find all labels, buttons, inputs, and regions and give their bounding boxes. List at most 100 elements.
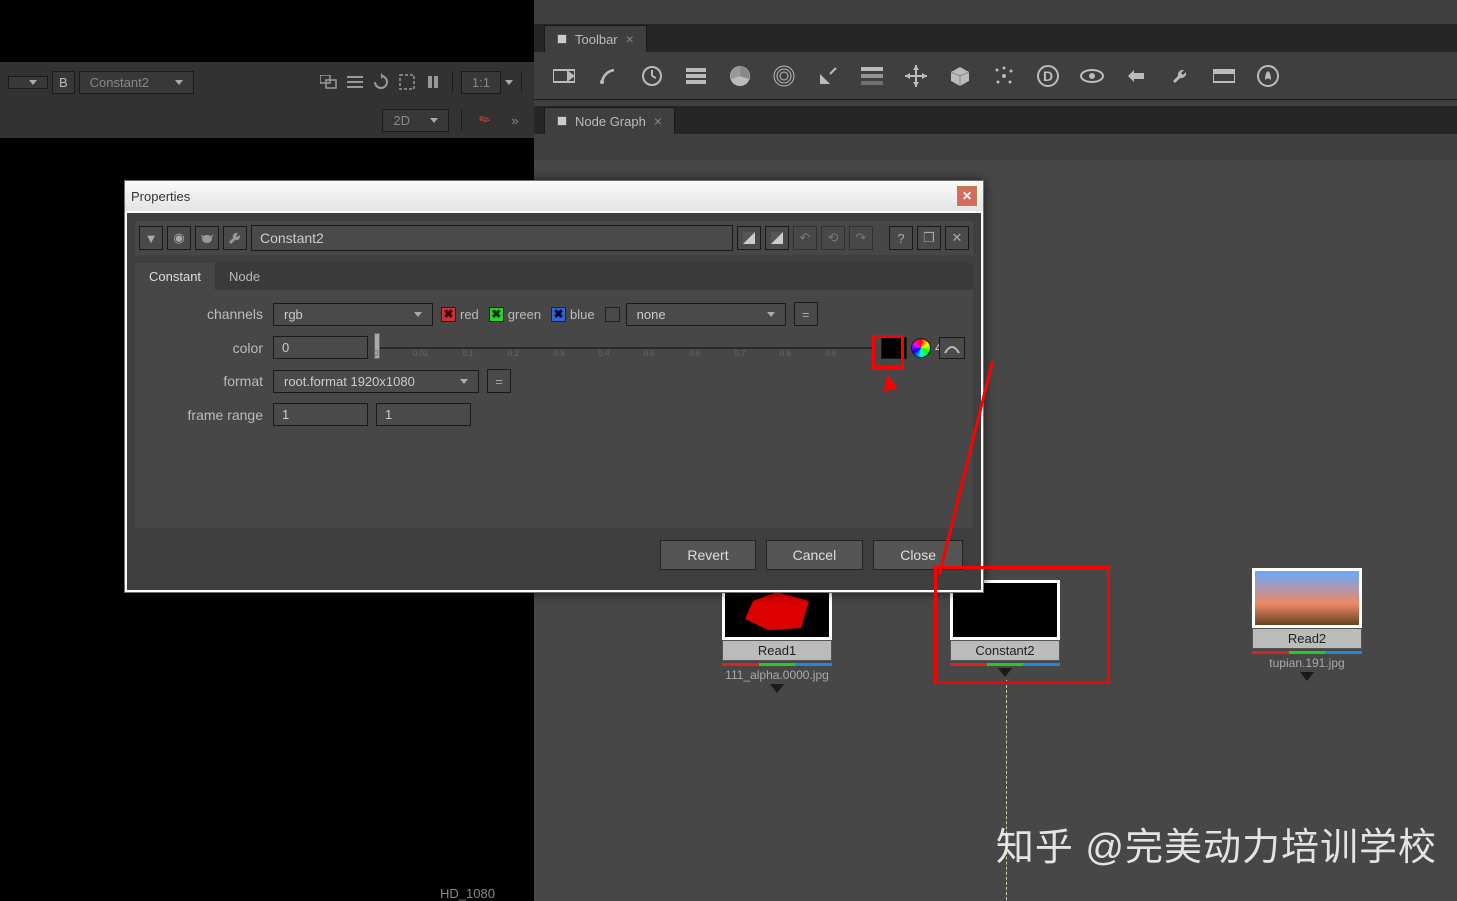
properties-dialog: Properties ✕ ▼ ◉ Constant2 ↶ ⟲ ↷ ? ❐ ✕ C… <box>124 180 984 593</box>
viewer-list-icon[interactable] <box>344 71 366 93</box>
tab-toolbar[interactable]: Toolbar × <box>544 25 647 52</box>
merge-icon[interactable] <box>860 64 884 88</box>
float-icon[interactable]: ❐ <box>917 226 941 250</box>
help-icon[interactable]: ? <box>889 226 913 250</box>
node-filename: tupian.191.jpg <box>1252 656 1362 670</box>
square2-icon[interactable] <box>765 226 789 250</box>
filter-icon[interactable] <box>772 64 796 88</box>
undo-icon[interactable]: ↶ <box>793 226 817 250</box>
pin-icon[interactable]: ✎ <box>470 105 500 135</box>
draw-icon[interactable] <box>596 64 620 88</box>
dialog-close-button[interactable]: ✕ <box>957 186 977 206</box>
dialog-footer: Revert Cancel Close <box>135 528 973 582</box>
tab-node[interactable]: Node <box>215 263 274 290</box>
property-tabs: Constant Node <box>135 263 973 290</box>
revert-icon[interactable]: ⟲ <box>821 226 845 250</box>
viewer-proxy-icon[interactable] <box>318 71 340 93</box>
viewer-layer-b-label[interactable]: B <box>52 71 75 94</box>
deep-icon[interactable]: D <box>1036 64 1060 88</box>
annotation-box-colorwheel <box>872 335 904 369</box>
node-output-icon[interactable] <box>770 684 784 693</box>
colorwheel-button[interactable] <box>911 338 931 358</box>
time-icon[interactable] <box>640 64 664 88</box>
tab-dot-icon <box>557 116 567 126</box>
metadata-icon[interactable] <box>1124 64 1148 88</box>
dialog-titlebar[interactable]: Properties ✕ <box>125 181 983 211</box>
chevron-down-icon[interactable]: » <box>504 109 526 131</box>
toolsets-icon[interactable] <box>1168 64 1192 88</box>
nodegraph-tabrow: Node Graph × <box>534 106 1457 134</box>
views-icon[interactable] <box>1080 64 1104 88</box>
wrench-icon[interactable] <box>223 226 247 250</box>
format-dropdown[interactable]: root.format 1920x1080 <box>273 370 479 393</box>
close-icon[interactable]: × <box>626 31 634 47</box>
channel-icon[interactable] <box>684 64 708 88</box>
property-form: channels rgb ✖ red ✖ green ✖ blue none =… <box>135 290 973 528</box>
animation-curve-button[interactable] <box>939 337 965 359</box>
viewer-refresh-icon[interactable] <box>370 71 392 93</box>
format-link-button[interactable]: = <box>487 369 511 393</box>
framerange-label: frame range <box>143 407 273 423</box>
other-icon[interactable] <box>1212 64 1236 88</box>
node-read1[interactable]: Read1 111_alpha.0000.jpg <box>722 580 832 693</box>
viewer-roi-icon[interactable] <box>396 71 418 93</box>
framerange-end-input[interactable] <box>376 403 471 426</box>
channel-alpha-dropdown[interactable]: none <box>626 303 786 326</box>
channel-alpha-checkbox[interactable] <box>605 307 620 322</box>
channel-green-checkbox[interactable]: ✖ <box>489 307 504 322</box>
viewer-format-label: HD_1080 <box>440 886 495 901</box>
redo-icon[interactable]: ↷ <box>849 226 873 250</box>
color-count-label: 4 <box>931 340 939 355</box>
particles-icon[interactable] <box>992 64 1016 88</box>
viewer-layer-a-dropdown[interactable] <box>8 76 48 89</box>
framerange-start-input[interactable] <box>273 403 368 426</box>
color-icon[interactable] <box>728 64 752 88</box>
viewer-zoom-dropdown[interactable]: 1:1 <box>461 71 501 94</box>
channel-blue-label: blue <box>566 307 605 322</box>
watermark: 知乎 @完美动力培训学校 <box>996 816 1437 871</box>
channel-red-checkbox[interactable]: ✖ <box>441 307 456 322</box>
revert-button[interactable]: Revert <box>660 540 755 570</box>
center-node-icon[interactable]: ◉ <box>167 226 191 250</box>
node-label: Read1 <box>722 640 832 661</box>
viewer-zoom-caret[interactable] <box>505 80 513 85</box>
dialog-title: Properties <box>131 189 190 204</box>
channel-green-label: green <box>504 307 551 322</box>
tab-label: Toolbar <box>575 32 618 47</box>
viewer-second-toolbar: 2D ✎ » <box>0 102 534 138</box>
collapse-icon[interactable]: ▼ <box>139 226 163 250</box>
color-label: color <box>143 340 273 356</box>
viewer-top-toolbar: B Constant2 1:1 <box>0 62 534 102</box>
node-read2[interactable]: Read2 tupian.191.jpg <box>1252 568 1362 681</box>
node-name-field[interactable]: Constant2 <box>251 225 733 251</box>
channel-blue-checkbox[interactable]: ✖ <box>551 307 566 322</box>
viewer-node-dropdown[interactable]: Constant2 <box>79 71 194 94</box>
tab-constant[interactable]: Constant <box>135 263 215 290</box>
color-slider[interactable]: 00.010.10.20.30.40.50.60.70.80.91 <box>374 337 875 359</box>
toolbar-tabrow: Toolbar × <box>534 24 1457 52</box>
channels-dropdown[interactable]: rgb <box>273 303 433 326</box>
property-header: ▼ ◉ Constant2 ↶ ⟲ ↷ ? ❐ ✕ <box>135 221 973 255</box>
node-label: Read2 <box>1252 628 1362 649</box>
viewer-pause-icon[interactable] <box>422 71 444 93</box>
bug-icon[interactable] <box>195 226 219 250</box>
color-value-input[interactable] <box>273 336 368 359</box>
transform-icon[interactable] <box>904 64 928 88</box>
cancel-button[interactable]: Cancel <box>766 540 864 570</box>
viewer-mode-dropdown[interactable]: 2D <box>382 109 449 132</box>
close-icon[interactable]: × <box>654 113 662 129</box>
3d-icon[interactable] <box>948 64 972 88</box>
main-toolbar: D <box>534 52 1457 100</box>
tab-dot-icon <box>557 34 567 44</box>
tab-nodegraph[interactable]: Node Graph × <box>544 107 675 134</box>
image-icon[interactable] <box>552 64 576 88</box>
close-panel-icon[interactable]: ✕ <box>945 226 969 250</box>
keyer-icon[interactable] <box>816 64 840 88</box>
node-output-icon[interactable] <box>1300 672 1314 681</box>
square1-icon[interactable] <box>737 226 761 250</box>
tab-label: Node Graph <box>575 114 646 129</box>
svg-text:D: D <box>1043 68 1053 84</box>
furnace-icon[interactable] <box>1256 64 1280 88</box>
channels-link-button[interactable]: = <box>794 302 818 326</box>
node-filename: 111_alpha.0000.jpg <box>722 668 832 682</box>
